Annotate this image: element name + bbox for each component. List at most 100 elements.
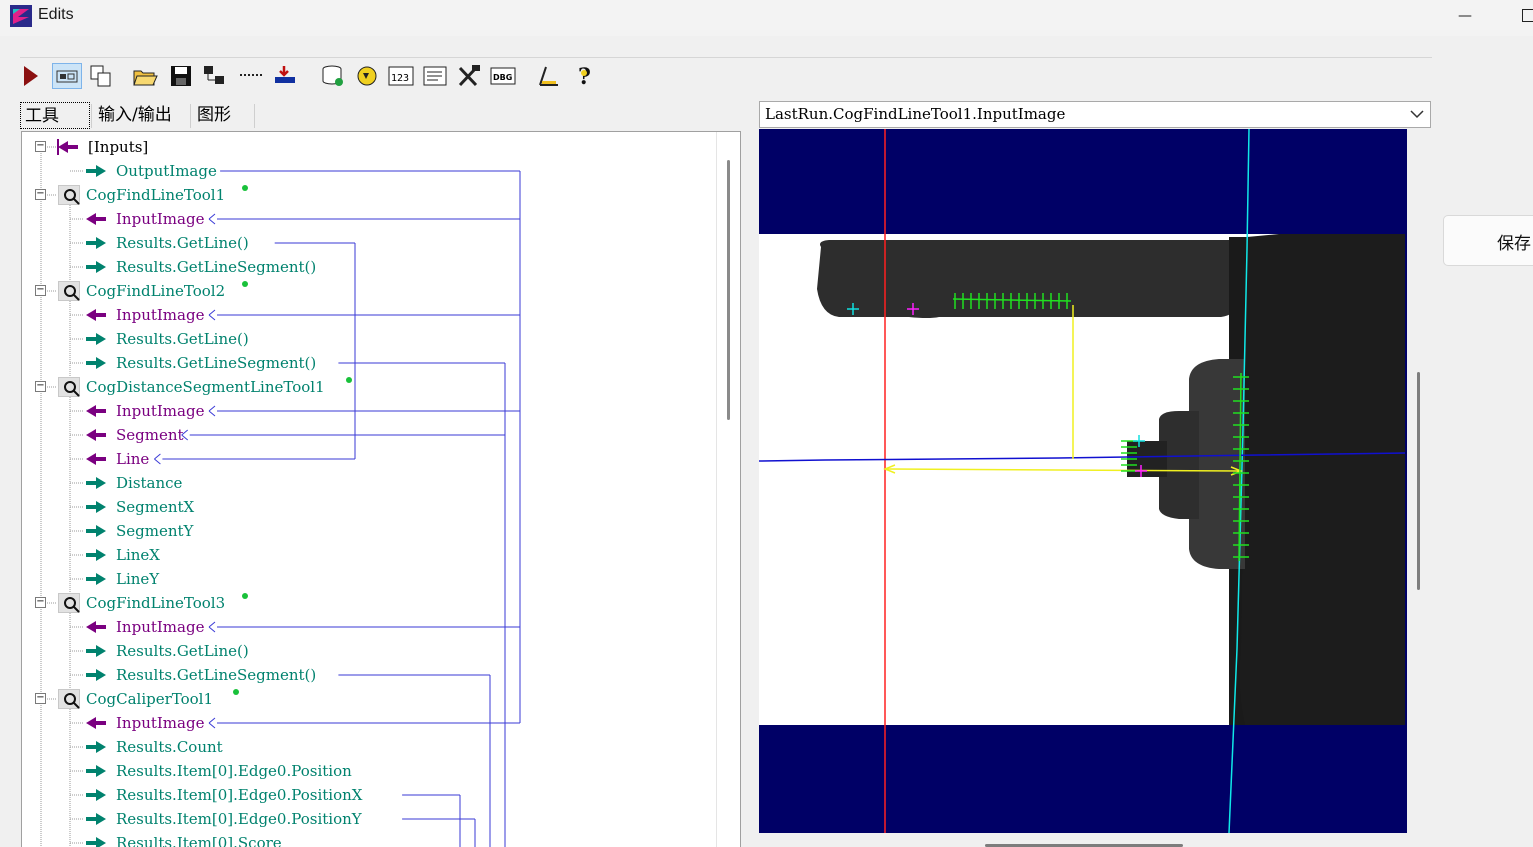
magnifier-icon xyxy=(64,381,80,397)
tree-input-terminal[interactable]: InputImage xyxy=(116,617,204,637)
tree-input-terminal[interactable]: Segment xyxy=(116,425,184,445)
tree-tool-node[interactable]: CogFindLineTool2 xyxy=(86,281,225,301)
tools-button[interactable] xyxy=(456,63,482,89)
open-button[interactable] xyxy=(132,63,158,89)
tree-collapse-toggle[interactable]: − xyxy=(35,189,46,200)
tool-icon xyxy=(58,281,80,301)
tree-tool-node[interactable]: CogDistanceSegmentLineTool1 xyxy=(86,377,325,397)
help-button[interactable]: ? xyxy=(572,63,598,89)
input-arrow-icon xyxy=(86,621,106,633)
import-icon xyxy=(275,66,295,83)
tree-input-terminal[interactable]: InputImage xyxy=(116,713,204,733)
tree-output-terminal[interactable]: Results.GetLine() xyxy=(116,233,249,253)
output-arrow-icon xyxy=(86,261,106,273)
image-selector[interactable]: LastRun.CogFindLineTool1.InputImage xyxy=(759,101,1431,128)
tree-output-terminal[interactable]: Results.GetLine() xyxy=(116,329,249,349)
tree-collapse-toggle[interactable]: − xyxy=(35,141,46,152)
tree-output-terminal[interactable]: Results.GetLineSegment() xyxy=(116,353,316,373)
import-button[interactable] xyxy=(272,63,298,89)
maximize-button[interactable] xyxy=(1522,9,1533,22)
svg-text:123: 123 xyxy=(391,73,409,84)
magnifier-icon xyxy=(64,693,80,709)
tab-divider xyxy=(254,104,255,128)
output-arrow-icon xyxy=(86,549,106,561)
input-arrow-icon xyxy=(86,405,106,417)
tree-line xyxy=(154,458,161,465)
tree-tool-node[interactable]: CogFindLineTool1 xyxy=(86,185,225,205)
debug-icon: DBG xyxy=(490,67,516,85)
tree-output-terminal[interactable]: Results.Item[0].Edge0.Position xyxy=(116,761,352,781)
tree-line xyxy=(208,309,216,316)
dotted-button[interactable] xyxy=(238,63,264,89)
output-arrow-icon xyxy=(86,525,106,537)
tool-tree: − [Inputs] OutputImage − CogFindLineTool1 Inp… xyxy=(22,132,716,847)
tab-graphics[interactable]: 图形 xyxy=(193,102,235,129)
tree-output-terminal[interactable]: Results.Item[0].Edge0.PositionY xyxy=(116,809,362,829)
run-icon xyxy=(24,66,38,86)
network-button[interactable] xyxy=(202,63,228,89)
tree-output-terminal[interactable]: Results.Count xyxy=(116,737,223,757)
tree-line xyxy=(208,314,216,321)
tree-output-terminal[interactable]: LineY xyxy=(116,569,159,589)
tree-output-terminal[interactable]: SegmentY xyxy=(116,521,193,541)
tree-scrollbar[interactable] xyxy=(716,132,740,847)
tree-output-terminal[interactable]: Results.GetLineSegment() xyxy=(116,257,316,277)
minimize-button[interactable]: — xyxy=(1455,2,1475,30)
dotted-icon xyxy=(240,74,262,76)
tree-output-terminal[interactable]: SegmentX xyxy=(116,497,194,517)
tree-output-terminal[interactable]: OutputImage xyxy=(116,161,217,181)
save-button-toolbar[interactable] xyxy=(168,63,194,89)
tree-output-terminal[interactable]: LineX xyxy=(116,545,160,565)
tree-output-terminal[interactable]: Results.GetLineSegment() xyxy=(116,665,316,685)
tree-input-terminal[interactable]: Line xyxy=(116,449,149,469)
status-dot xyxy=(233,689,239,695)
image-vertical-scrollbar[interactable] xyxy=(1417,372,1420,590)
tab-divider xyxy=(190,104,191,128)
tree-output-terminal[interactable]: Results.Item[0].Score xyxy=(116,833,282,847)
tab-input-output[interactable]: 输入/输出 xyxy=(94,102,176,129)
refresh-button[interactable] xyxy=(354,63,380,89)
toolbar-separator xyxy=(20,57,1432,58)
output-arrow-icon xyxy=(86,165,106,177)
output-arrow-icon xyxy=(86,477,106,489)
tree-input-terminal[interactable]: InputImage xyxy=(116,401,204,421)
tree-tool-node[interactable]: CogCaliperTool1 xyxy=(86,689,213,709)
tree-output-terminal[interactable]: Results.Item[0].Edge0.PositionX xyxy=(116,785,362,805)
input-arrow-icon xyxy=(86,309,106,321)
debug-button[interactable]: DBG xyxy=(490,63,516,89)
measure-button[interactable] xyxy=(536,63,562,89)
output-arrow-icon xyxy=(86,645,106,657)
tree-collapse-toggle[interactable]: − xyxy=(35,693,46,704)
toggle-view-button[interactable] xyxy=(52,63,82,89)
output-arrow-icon xyxy=(86,669,106,681)
input-arrow-icon xyxy=(86,717,106,729)
output-arrow-icon xyxy=(86,741,106,753)
tree-collapse-toggle[interactable]: − xyxy=(35,381,46,392)
tree-collapse-toggle[interactable]: − xyxy=(35,285,46,296)
list-button[interactable] xyxy=(422,63,448,89)
copy-button[interactable] xyxy=(88,63,114,89)
image-display[interactable] xyxy=(759,129,1407,833)
svg-text:?: ? xyxy=(578,64,591,89)
tree-input-terminal[interactable]: InputImage xyxy=(116,209,204,229)
tree-output-terminal[interactable]: Distance xyxy=(116,473,182,493)
tree-line xyxy=(208,218,216,225)
svg-text:DBG: DBG xyxy=(493,73,512,82)
tree-output-terminal[interactable]: Results.GetLine() xyxy=(116,641,249,661)
tool-icon xyxy=(58,593,80,613)
refresh-icon xyxy=(357,66,377,86)
tree-node-inputs[interactable]: [Inputs] xyxy=(88,137,148,157)
magnifier-icon xyxy=(64,597,80,613)
tree-scrollbar-thumb[interactable] xyxy=(727,160,730,420)
tree-collapse-toggle[interactable]: − xyxy=(35,597,46,608)
tools-icon xyxy=(458,65,480,87)
save-button[interactable]: 保存 xyxy=(1443,215,1533,266)
tree-tool-node[interactable]: CogFindLineTool3 xyxy=(86,593,225,613)
tab-tools[interactable]: 工具 xyxy=(20,102,90,129)
counter-button[interactable]: 123 xyxy=(388,63,414,89)
tree-line xyxy=(208,626,216,633)
output-arrow-icon xyxy=(86,501,106,513)
run-button[interactable] xyxy=(18,63,44,89)
tree-input-terminal[interactable]: InputImage xyxy=(116,305,204,325)
database-button[interactable] xyxy=(320,63,346,89)
